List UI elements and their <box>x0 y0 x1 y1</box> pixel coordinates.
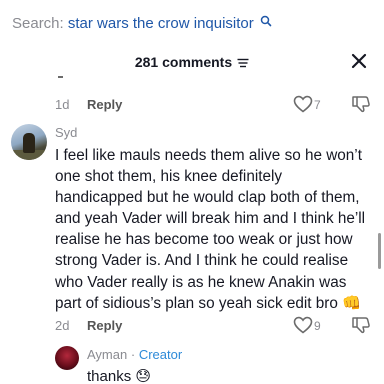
comment-line: I feel like mauls needs them alive so he… <box>55 147 362 164</box>
comment-time: 2d <box>55 318 70 333</box>
avatar[interactable] <box>55 346 79 370</box>
truncated-comment-text <box>58 76 63 78</box>
avatar[interactable] <box>11 124 47 160</box>
comments-header: 281 comments <box>0 44 384 80</box>
thumbs-down-outline-icon[interactable] <box>351 316 371 334</box>
like-count: 9 <box>314 319 321 333</box>
thumbs-down-outline-icon[interactable] <box>351 95 371 113</box>
comment-line: handicapped but he would clap both of th… <box>55 189 360 207</box>
comment-line: realise he has become too weak or just h… <box>55 231 353 249</box>
heart-outline-icon[interactable] <box>293 316 313 334</box>
reply-button[interactable]: Reply <box>87 318 122 333</box>
reply-button[interactable]: Reply <box>87 97 122 112</box>
avatar-photo-figure <box>23 133 35 153</box>
reply-author[interactable]: Ayman <box>87 347 127 362</box>
comment-author[interactable]: Syd <box>55 125 77 140</box>
comment-count-label: 281 comments <box>134 54 233 70</box>
comment-line: strong Vader is. And I think he could re… <box>55 252 349 270</box>
comment-time: 1d <box>55 97 70 112</box>
author-separator: · <box>130 347 136 362</box>
close-icon[interactable] <box>350 52 368 70</box>
scrollbar-thumb[interactable] <box>378 233 381 269</box>
comment-line: and yeah Vader will break him and I thin… <box>55 210 366 228</box>
search-text[interactable]: Search: star wars the crow inquisitor <box>12 15 254 32</box>
comment-line: who Vader really is as he knew Anakin wa… <box>55 273 347 291</box>
filter-icon[interactable] <box>237 58 249 68</box>
magnifier-icon <box>260 15 272 27</box>
comment-text: I feel like mauls needs them alive so he… <box>55 145 380 314</box>
comment-line: part of sidious’s plan so yeah sick edit… <box>55 294 362 312</box>
comment-actions-row: 1d Reply 7 <box>0 95 384 115</box>
heart-outline-icon[interactable] <box>293 95 313 113</box>
comment-line: one shot them, his knee definitely <box>55 168 283 186</box>
like-count: 7 <box>314 98 321 112</box>
reply-text: thanks 😓 <box>87 368 151 384</box>
comment-count[interactable]: 281 comments <box>0 54 384 70</box>
search-bar[interactable]: Search: star wars the crow inquisitor <box>0 0 384 50</box>
comment-actions-row: 2d Reply 9 <box>0 316 384 336</box>
search-query[interactable]: star wars the crow inquisitor <box>68 15 254 32</box>
creator-badge: Creator <box>138 347 183 362</box>
reply-author-line: Ayman · Creator <box>87 347 182 362</box>
search-prefix: Search: <box>12 15 64 32</box>
